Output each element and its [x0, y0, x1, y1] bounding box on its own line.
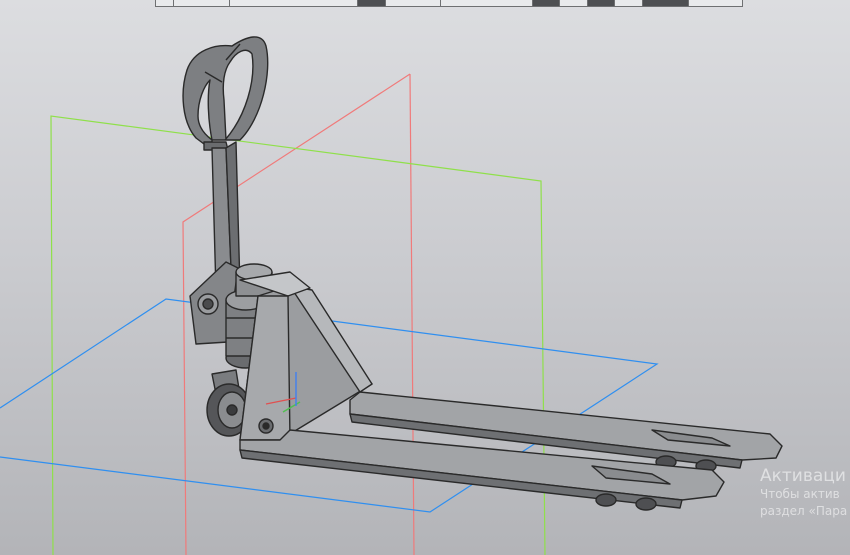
toolbar-cell-7[interactable] [531, 0, 560, 6]
watermark-line-2: раздел «Пара [760, 504, 848, 518]
pallet-truck-model[interactable] [182, 36, 783, 511]
toolbar-cell-11[interactable] [641, 0, 688, 6]
toolbar-cell-8[interactable] [559, 0, 587, 6]
toolbar-cell-10[interactable] [614, 0, 642, 6]
toolbar-cell-4[interactable] [357, 0, 385, 6]
toolbar-cell-5[interactable] [384, 0, 440, 6]
handle [182, 36, 269, 151]
toolbar-cell-9[interactable] [586, 0, 615, 6]
toolbar-cell-2[interactable] [173, 0, 229, 6]
toolbar-cell-1[interactable] [155, 0, 174, 6]
watermark-line-1: Чтобы актив [760, 487, 840, 501]
toolbar-cell-6[interactable] [439, 0, 532, 6]
toolbar-cell-3[interactable] [228, 0, 358, 6]
toolbar-strip[interactable] [155, 0, 743, 7]
3d-viewport[interactable] [0, 0, 850, 555]
toolbar-cell-12[interactable] [687, 0, 743, 6]
windows-activation-watermark: Активаци Чтобы актив раздел «Пара [760, 466, 850, 520]
watermark-title: Активаци [760, 466, 846, 486]
